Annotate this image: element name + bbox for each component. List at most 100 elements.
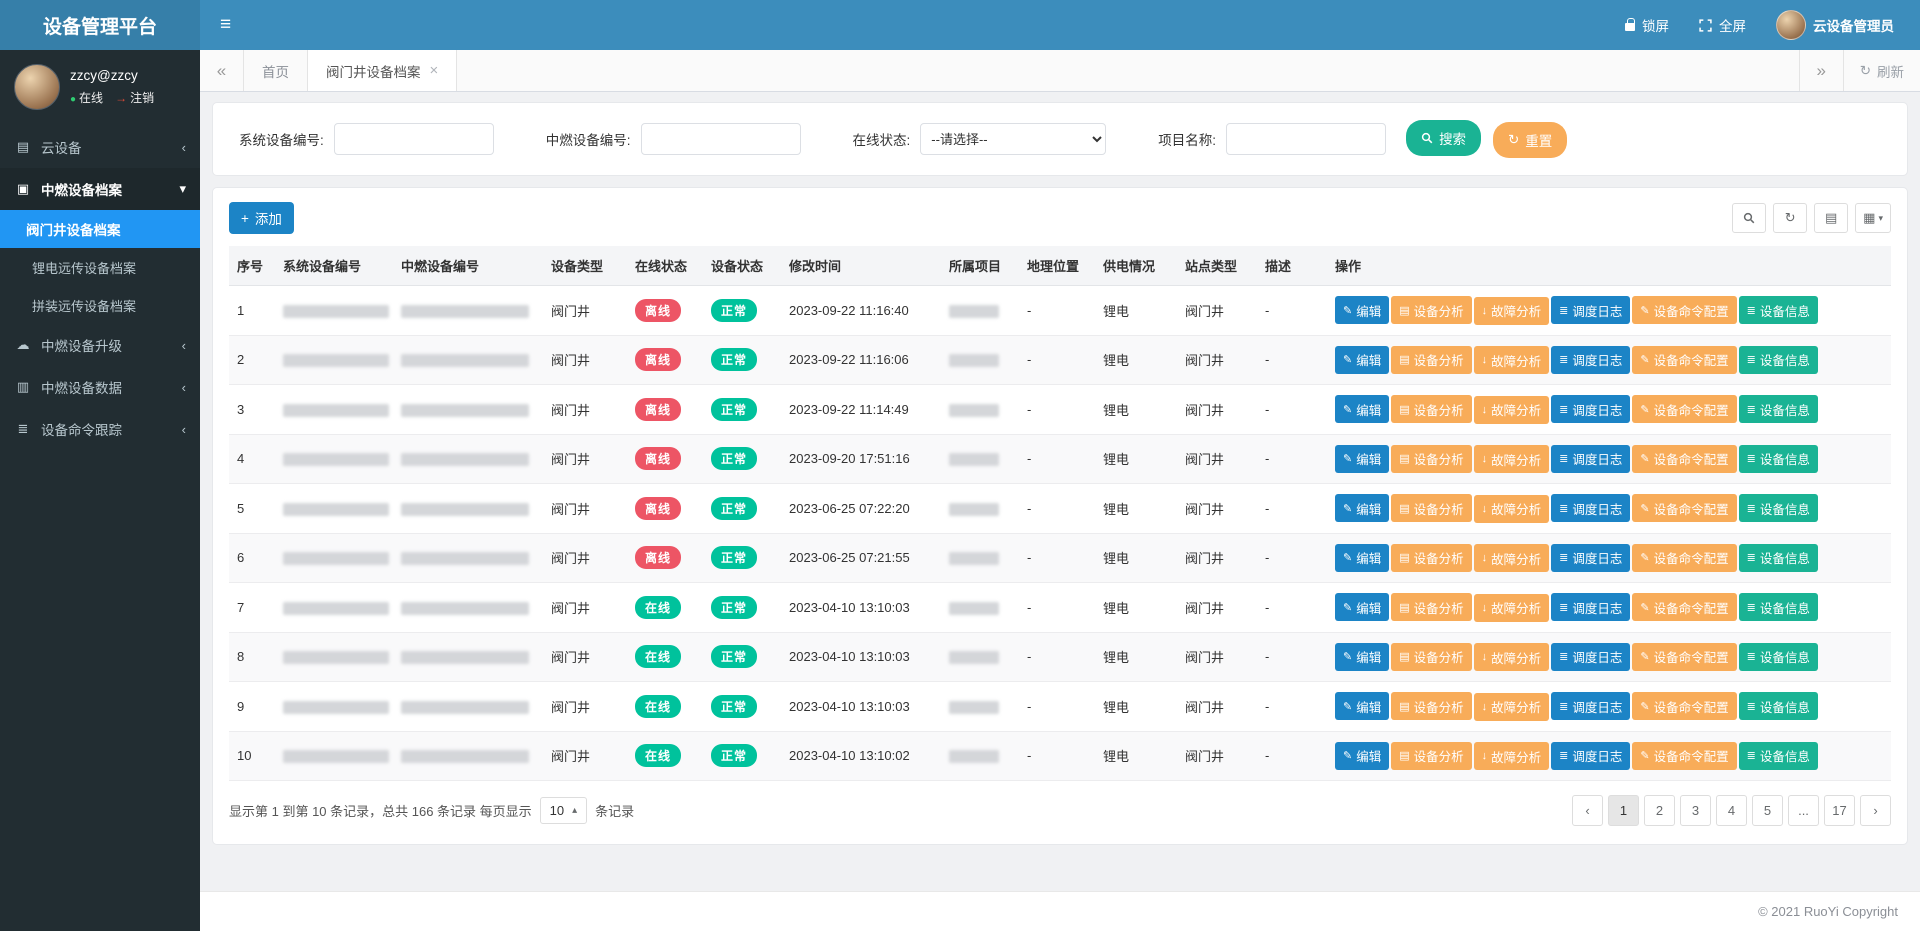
online-status-select[interactable]: --请选择-- [920, 123, 1106, 155]
row-action-设备分析[interactable]: ▤设备分析 [1391, 692, 1471, 720]
reset-button[interactable]: ↻ 重置 [1493, 122, 1567, 158]
row-action-设备信息[interactable]: ≣设备信息 [1739, 643, 1818, 671]
row-action-设备分析[interactable]: ▤设备分析 [1391, 346, 1471, 374]
row-action-调度日志[interactable]: ≣调度日志 [1551, 593, 1630, 621]
row-action-调度日志[interactable]: ≣调度日志 [1551, 544, 1630, 572]
row-action-设备分析[interactable]: ▤设备分析 [1391, 643, 1471, 671]
close-icon[interactable]: × [430, 62, 439, 79]
row-action-设备分析[interactable]: ▤设备分析 [1391, 742, 1471, 770]
row-action-设备信息[interactable]: ≣设备信息 [1739, 742, 1818, 770]
row-action-设备命令配置[interactable]: ✎设备命令配置 [1632, 643, 1736, 671]
sidebar-item-device-archive[interactable]: ▣ 中燃设备档案 ▾ [0, 168, 200, 210]
table-search-toggle-button[interactable] [1732, 203, 1766, 233]
row-action-设备信息[interactable]: ≣设备信息 [1739, 692, 1818, 720]
row-action-设备分析[interactable]: ▤设备分析 [1391, 395, 1471, 423]
row-action-设备命令配置[interactable]: ✎设备命令配置 [1632, 742, 1736, 770]
row-action-设备信息[interactable]: ≣设备信息 [1739, 346, 1818, 374]
lock-screen-button[interactable]: 锁屏 [1625, 15, 1669, 35]
row-action-调度日志[interactable]: ≣调度日志 [1551, 643, 1630, 671]
tab-home[interactable]: 首页 [244, 50, 308, 91]
user-menu[interactable]: 云设备管理员 [1776, 10, 1894, 40]
row-action-设备命令配置[interactable]: ✎设备命令配置 [1632, 544, 1736, 572]
row-action-设备命令配置[interactable]: ✎设备命令配置 [1632, 346, 1736, 374]
sidebar-item-device-data[interactable]: ▥ 中燃设备数据 ‹ [0, 366, 200, 408]
row-action-设备信息[interactable]: ≣设备信息 [1739, 296, 1818, 324]
row-action-编辑[interactable]: ✎编辑 [1335, 742, 1389, 770]
row-action-调度日志[interactable]: ≣调度日志 [1551, 296, 1630, 324]
table-refresh-button[interactable]: ↻ [1773, 203, 1807, 233]
sidebar-item-command-trace[interactable]: ≣ 设备命令跟踪 ‹ [0, 408, 200, 450]
row-action-设备命令配置[interactable]: ✎设备命令配置 [1632, 296, 1736, 324]
row-action-故障分析[interactable]: ↓故障分析 [1474, 693, 1550, 721]
row-action-设备分析[interactable]: ▤设备分析 [1391, 445, 1471, 473]
row-action-调度日志[interactable]: ≣调度日志 [1551, 742, 1630, 770]
project-name-input[interactable] [1226, 123, 1386, 155]
row-action-设备命令配置[interactable]: ✎设备命令配置 [1632, 395, 1736, 423]
pagination-page-...[interactable]: ... [1788, 795, 1819, 826]
row-action-编辑[interactable]: ✎编辑 [1335, 395, 1389, 423]
row-action-设备信息[interactable]: ≣设备信息 [1739, 494, 1818, 522]
row-action-设备命令配置[interactable]: ✎设备命令配置 [1632, 692, 1736, 720]
row-action-设备分析[interactable]: ▤设备分析 [1391, 296, 1471, 324]
row-action-编辑[interactable]: ✎编辑 [1335, 692, 1389, 720]
pagination-page-1[interactable]: 1 [1608, 795, 1639, 826]
row-action-编辑[interactable]: ✎编辑 [1335, 296, 1389, 324]
row-action-设备信息[interactable]: ≣设备信息 [1739, 593, 1818, 621]
row-action-编辑[interactable]: ✎编辑 [1335, 593, 1389, 621]
row-action-设备分析[interactable]: ▤设备分析 [1391, 593, 1471, 621]
row-action-编辑[interactable]: ✎编辑 [1335, 494, 1389, 522]
row-action-设备分析[interactable]: ▤设备分析 [1391, 544, 1471, 572]
sidebar-item-cloud-devices[interactable]: ▤ 云设备 ‹ [0, 126, 200, 168]
row-action-调度日志[interactable]: ≣调度日志 [1551, 395, 1630, 423]
row-action-设备信息[interactable]: ≣设备信息 [1739, 395, 1818, 423]
pagination-page-3[interactable]: 3 [1680, 795, 1711, 826]
table-export-button[interactable]: ▤ [1814, 203, 1848, 233]
add-button[interactable]: + 添加 [229, 202, 294, 234]
tabs-scroll-left-button[interactable]: « [200, 50, 244, 91]
pagination-page-4[interactable]: 4 [1716, 795, 1747, 826]
row-action-调度日志[interactable]: ≣调度日志 [1551, 692, 1630, 720]
table-columns-button[interactable]: ▦ ▾ [1855, 203, 1891, 233]
row-action-调度日志[interactable]: ≣调度日志 [1551, 346, 1630, 374]
pagination-next[interactable]: › [1860, 795, 1891, 826]
page-size-select[interactable]: 10 ▴ [540, 797, 588, 824]
row-action-编辑[interactable]: ✎编辑 [1335, 445, 1389, 473]
refresh-tab-button[interactable]: ↻ 刷新 [1843, 50, 1920, 91]
row-action-故障分析[interactable]: ↓故障分析 [1474, 297, 1550, 325]
logout-link[interactable]: →注销 [115, 89, 154, 106]
row-action-故障分析[interactable]: ↓故障分析 [1474, 396, 1550, 424]
search-button[interactable]: 搜索 [1406, 120, 1481, 156]
row-action-设备命令配置[interactable]: ✎设备命令配置 [1632, 445, 1736, 473]
hamburger-menu-icon[interactable]: ≡ [200, 0, 251, 50]
row-action-设备命令配置[interactable]: ✎设备命令配置 [1632, 593, 1736, 621]
row-action-故障分析[interactable]: ↓故障分析 [1474, 445, 1550, 473]
row-action-故障分析[interactable]: ↓故障分析 [1474, 742, 1550, 770]
row-action-编辑[interactable]: ✎编辑 [1335, 544, 1389, 572]
sidebar-item-valve-well-archive[interactable]: 阀门井设备档案 [0, 210, 200, 248]
gas-device-no-input[interactable] [641, 123, 801, 155]
row-action-编辑[interactable]: ✎编辑 [1335, 346, 1389, 374]
pagination-page-2[interactable]: 2 [1644, 795, 1675, 826]
tab-valve-well-archive[interactable]: 阀门井设备档案 × [308, 50, 457, 91]
row-action-调度日志[interactable]: ≣调度日志 [1551, 445, 1630, 473]
row-action-故障分析[interactable]: ↓故障分析 [1474, 495, 1550, 523]
fullscreen-button[interactable]: 全屏 [1699, 15, 1746, 35]
sidebar-item-lithium-remote-archive[interactable]: 锂电远传设备档案 [0, 248, 200, 286]
row-action-故障分析[interactable]: ↓故障分析 [1474, 643, 1550, 671]
pagination-prev[interactable]: ‹ [1572, 795, 1603, 826]
row-action-编辑[interactable]: ✎编辑 [1335, 643, 1389, 671]
row-action-故障分析[interactable]: ↓故障分析 [1474, 346, 1550, 374]
sidebar-item-assembled-remote-archive[interactable]: 拼装远传设备档案 [0, 286, 200, 324]
row-action-设备信息[interactable]: ≣设备信息 [1739, 544, 1818, 572]
row-action-调度日志[interactable]: ≣调度日志 [1551, 494, 1630, 522]
system-device-no-input[interactable] [334, 123, 494, 155]
sidebar-item-device-upgrade[interactable]: ☁ 中燃设备升级 ‹ [0, 324, 200, 366]
row-action-设备信息[interactable]: ≣设备信息 [1739, 445, 1818, 473]
pagination-page-5[interactable]: 5 [1752, 795, 1783, 826]
row-action-故障分析[interactable]: ↓故障分析 [1474, 544, 1550, 572]
pagination-page-17[interactable]: 17 [1824, 795, 1855, 826]
row-action-设备分析[interactable]: ▤设备分析 [1391, 494, 1471, 522]
row-action-设备命令配置[interactable]: ✎设备命令配置 [1632, 494, 1736, 522]
row-action-故障分析[interactable]: ↓故障分析 [1474, 594, 1550, 622]
tabs-scroll-right-button[interactable]: » [1799, 50, 1843, 91]
